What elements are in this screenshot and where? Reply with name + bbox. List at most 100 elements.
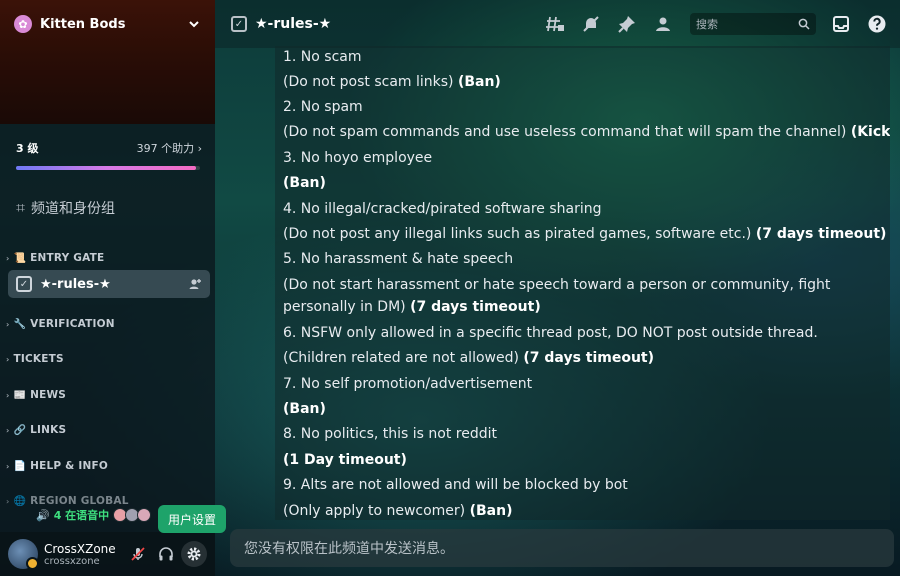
headphones-icon [159, 547, 173, 561]
category-links[interactable]: › 🔗 LINKS [6, 424, 66, 436]
category-label: LINKS [30, 424, 67, 436]
user-settings-tooltip: 用户设置 [158, 505, 227, 533]
rule-penalty: (Ban) [469, 503, 513, 519]
chevron-right-icon: › [6, 319, 10, 329]
rule-line: 7. No self promotion/advertisement [283, 373, 532, 395]
members-icon [656, 17, 670, 31]
username: crossxzone [44, 555, 100, 567]
rule-line: (Ban) [283, 398, 326, 420]
bell-muted-icon [583, 16, 599, 32]
category-tickets[interactable]: › TICKETS [6, 353, 64, 365]
rule-penalty: (Ban) [283, 401, 326, 417]
avatar [137, 508, 152, 522]
voice-status[interactable]: 🔊 4 在语音中 [36, 507, 152, 523]
rule-text: 7. No self promotion/advertisement [283, 376, 533, 392]
rule-line: 6. NSFW only allowed in a specific threa… [283, 322, 818, 344]
channel-rules[interactable]: ✓ ★-rules-★ [8, 270, 210, 298]
server-name: Kitten Bods [40, 16, 126, 32]
rule-penalty: (Kick) [850, 124, 890, 140]
chevron-right-icon: › [6, 253, 10, 263]
help-icon [868, 15, 886, 33]
rule-line: (1 Day timeout) [283, 449, 407, 471]
user-panel: CrossXZone crossxzone [0, 532, 215, 576]
rule-line: 3. No hoyo employee [283, 147, 432, 169]
rule-text: 6. NSFW only allowed in a specific threa… [283, 325, 818, 341]
member-list-button[interactable] [652, 13, 674, 35]
rule-penalty: (7 days timeout) [410, 299, 541, 315]
chevron-right-icon: › [6, 425, 10, 435]
server-sidebar: ✿ Kitten Bods 3 级 397 个助力 › ⌗ 频道和身份组 › 📜… [0, 0, 215, 576]
voice-avatars [113, 508, 152, 522]
rule-text: 1. No scam [283, 49, 362, 65]
rules-channel-icon: ✓ [231, 16, 247, 32]
channel-header: ✓ ★-rules-★ 搜索 [215, 0, 900, 48]
speaker-icon: 🔊 [36, 508, 50, 522]
microphone-muted-icon [131, 547, 145, 561]
pinned-messages-button[interactable] [616, 13, 638, 35]
threads-button[interactable] [544, 13, 566, 35]
user-avatar[interactable] [8, 539, 39, 570]
inbox-button[interactable] [830, 13, 852, 35]
rule-line: (Do not post scam links) (Ban) [283, 71, 501, 93]
globe-icon: 🌐 [13, 495, 27, 507]
channel-title: ★-rules-★ [255, 16, 332, 32]
composer-placeholder: 您没有权限在此频道中发送消息。 [244, 541, 454, 557]
category-entry-gate[interactable]: › 📜 ENTRY GATE [6, 252, 104, 264]
document-icon: 📄 [13, 460, 27, 472]
rule-line: 2. No spam [283, 96, 363, 118]
category-help-info[interactable]: › 📄 HELP & INFO [6, 460, 108, 472]
mute-button[interactable] [125, 541, 151, 567]
help-button[interactable] [866, 13, 888, 35]
channels-and-roles-link[interactable]: ⌗ 频道和身份组 [16, 198, 115, 218]
chevron-right-icon: › [6, 461, 10, 471]
user-info[interactable]: CrossXZone crossxzone [44, 542, 123, 567]
category-news[interactable]: › 📰 NEWS [6, 389, 66, 401]
inbox-icon [833, 16, 849, 32]
rule-penalty: (7 days timeout) [755, 226, 887, 242]
category-label: REGION GLOBAL [30, 495, 129, 507]
boost-progress-row[interactable]: 3 级 397 个助力 › [16, 140, 202, 156]
notification-settings-button[interactable] [580, 13, 602, 35]
chevron-right-icon: › [6, 354, 10, 364]
channel-name: ★-rules-★ [40, 276, 111, 292]
rule-text: 3. No hoyo employee [283, 150, 433, 166]
scroll-icon: 📜 [13, 252, 27, 264]
rule-line: (Ban) [283, 172, 326, 194]
boost-count: 397 个助力 [136, 142, 195, 155]
category-label: TICKETS [13, 353, 64, 365]
category-label: ENTRY GATE [30, 252, 105, 264]
channels-roles-label: 频道和身份组 [31, 201, 116, 217]
category-region-global[interactable]: › 🌐 REGION GLOBAL [6, 495, 129, 507]
rule-text: (Do not spam commands and use useless co… [283, 124, 851, 140]
rule-text: 4. No illegal/cracked/pirated software s… [283, 201, 602, 217]
rule-text: 5. No harassment & hate speech [283, 251, 514, 267]
rule-line: (Do not start harassment or hate speech … [283, 274, 843, 318]
deafen-button[interactable] [153, 541, 179, 567]
rule-penalty: (Ban) [457, 74, 501, 90]
boost-progress-bar [16, 166, 200, 170]
chevron-right-icon: › [197, 142, 202, 155]
rule-text: 9. Alts are not allowed and will be bloc… [283, 477, 628, 493]
rule-penalty: (1 Day timeout) [283, 452, 407, 468]
rule-line: (Do not spam commands and use useless co… [283, 121, 890, 143]
search-icon [798, 18, 810, 30]
gear-icon [187, 547, 201, 561]
wrench-icon: 🔧 [13, 318, 27, 330]
threads-icon [546, 16, 564, 32]
server-header[interactable]: ✿ Kitten Bods [0, 0, 215, 48]
chevron-down-icon[interactable] [187, 17, 201, 31]
invite-member-icon[interactable] [188, 277, 202, 291]
rule-text: 2. No spam [283, 99, 363, 115]
rule-line: 8. No politics, this is not reddit [283, 423, 497, 445]
rule-text: (Children related are not allowed) [283, 350, 524, 366]
link-icon: 🔗 [13, 424, 27, 436]
search-input[interactable]: 搜索 [690, 13, 816, 35]
boost-level: 3 级 [16, 142, 39, 155]
display-name: CrossXZone [44, 541, 116, 556]
newspaper-icon: 📰 [13, 389, 27, 401]
category-verification[interactable]: › 🔧 VERIFICATION [6, 318, 115, 330]
rule-text: 8. No politics, this is not reddit [283, 426, 498, 442]
message-list: 1. No scam (Do not post scam links) (Ban… [275, 46, 890, 520]
boost-progress-fill [16, 166, 197, 170]
user-settings-button[interactable] [181, 541, 207, 567]
